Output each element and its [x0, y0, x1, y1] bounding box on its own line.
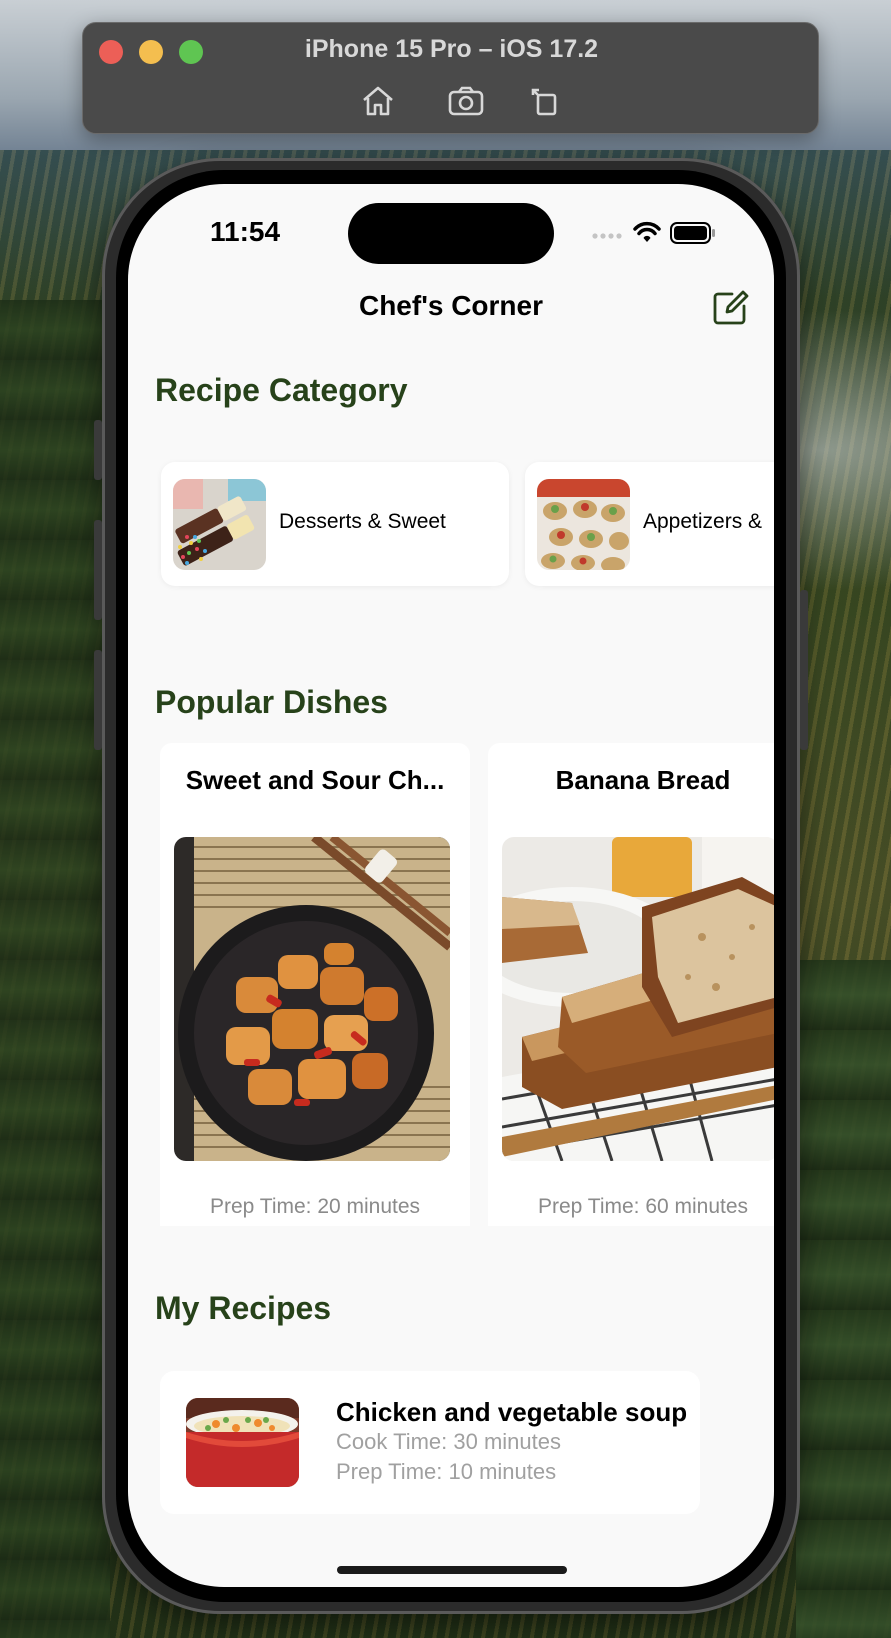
category-card[interactable]: Appetizers &: [525, 462, 774, 586]
screenshot-icon[interactable]: [446, 81, 486, 121]
compose-icon[interactable]: [710, 288, 750, 328]
action-button[interactable]: [94, 420, 102, 480]
wallpaper-trees-right: [796, 960, 891, 1638]
dish-prep-time: Prep Time: 20 minutes: [209, 1195, 421, 1218]
signal-wifi-battery-icon: [592, 221, 715, 244]
volume-up-button[interactable]: [94, 520, 102, 620]
dish-image: [174, 837, 450, 1161]
wallpaper-trees-left: [0, 300, 110, 1638]
phone-screen: 11:54 Chef's Corner Recipe Category Dess…: [128, 184, 774, 1587]
home-icon[interactable]: [358, 81, 398, 121]
category-card[interactable]: Desserts & Sweet: [161, 462, 509, 586]
volume-down-button[interactable]: [94, 650, 102, 750]
home-indicator[interactable]: [337, 1566, 567, 1574]
status-indicators: [588, 220, 728, 246]
recipe-title: Chicken and vegetable soup: [336, 1397, 688, 1427]
simulator-title: iPhone 15 Pro – iOS 17.2: [304, 35, 599, 63]
dynamic-island: [348, 203, 554, 264]
dish-prep-time: Prep Time: 60 minutes: [537, 1195, 749, 1218]
dish-card[interactable]: Sweet and Sour Ch... Prep Time: 20 minut…: [160, 743, 470, 1226]
dish-image: [502, 837, 774, 1161]
section-title-my-recipes: My Recipes: [155, 1290, 332, 1326]
recipe-thumbnail: [186, 1398, 299, 1487]
dish-title: Banana Bread: [555, 765, 731, 795]
power-button[interactable]: [800, 590, 808, 750]
rotate-icon[interactable]: [525, 81, 565, 121]
section-title-popular: Popular Dishes: [155, 684, 388, 720]
recipe-cook-time: Cook Time: 30 minutes: [336, 1429, 561, 1454]
dish-title: Sweet and Sour Ch...: [185, 765, 445, 795]
category-thumbnail: [173, 479, 266, 570]
status-time: 11:54: [210, 216, 281, 247]
category-thumbnail: [537, 479, 630, 570]
recipe-list-item[interactable]: Chicken and vegetable soup Cook Time: 30…: [160, 1371, 700, 1514]
nav-title: Chef's Corner: [358, 290, 544, 321]
category-label: Desserts & Sweet: [279, 510, 446, 533]
dish-card[interactable]: Banana Bread Prep Time: 60 minutes: [488, 743, 774, 1226]
simulator-tools: [83, 81, 820, 121]
simulator-toolbar: iPhone 15 Pro – iOS 17.2: [82, 22, 819, 134]
section-title-categories: Recipe Category: [155, 372, 408, 408]
category-label: Appetizers &: [643, 510, 763, 533]
recipe-prep-time: Prep Time: 10 minutes: [336, 1459, 557, 1484]
